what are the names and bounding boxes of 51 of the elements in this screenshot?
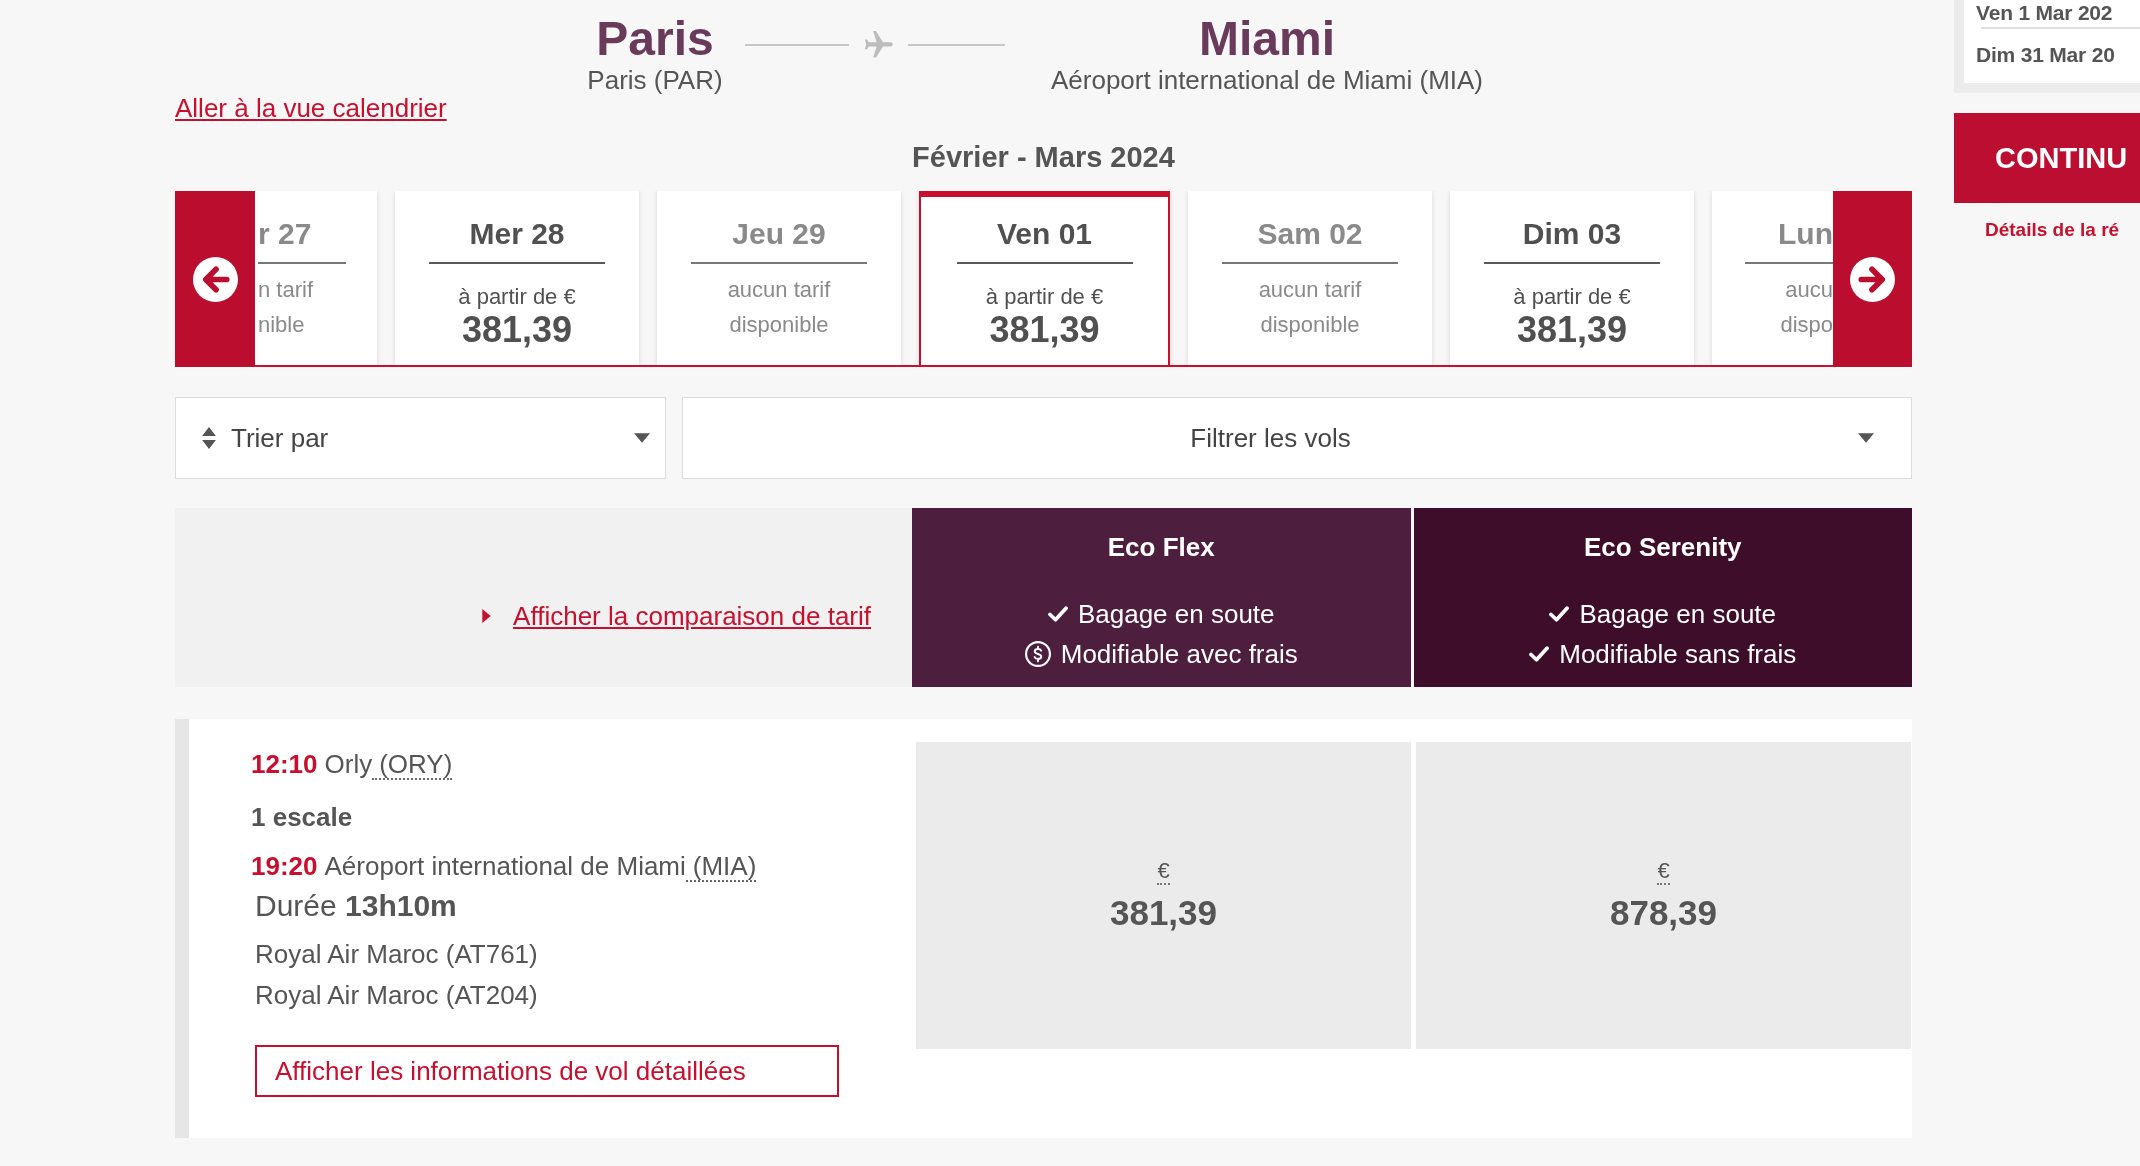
airport-name: Aéroport international de Miami (324, 850, 686, 883)
calendar-view-link[interactable]: Aller à la vue calendrier (175, 93, 447, 123)
fare-button[interactable]: € 381,39 (916, 742, 1411, 1049)
arrival-time: 19:20 (251, 850, 318, 883)
fare-button[interactable]: € 878,39 (1416, 742, 1911, 1049)
feature-text: Bagage en soute (1579, 598, 1777, 631)
filter-dropdown[interactable]: Filtrer les vols (682, 397, 1912, 479)
feature-text: Modifiable avec frais (1060, 638, 1298, 671)
origin-airport: Paris (PAR) (587, 65, 723, 95)
next-dates-button[interactable] (1833, 191, 1912, 367)
caret-down-icon (634, 433, 650, 443)
arrow-left-circle-icon (192, 256, 238, 302)
caret-right-icon (482, 609, 492, 623)
trip-date: Dim 31 Mar 20 (1976, 42, 2115, 68)
feature-text: Modifiable sans frais (1559, 638, 1797, 671)
arrow-right-circle-icon (1850, 256, 1895, 302)
month-range-heading: Février - Mars 2024 (912, 142, 1175, 172)
fare-comparison-link[interactable]: Afficher la comparaison de tarif (513, 596, 871, 636)
previous-dates-button[interactable] (175, 191, 255, 367)
airport-code: (ORY) (372, 750, 453, 780)
origin-city: Paris (596, 13, 714, 65)
dollar-coin-icon (1024, 641, 1051, 667)
booking-details-link[interactable]: Détails de la ré (1985, 215, 2120, 245)
fare-family-name: Eco Flex (1107, 531, 1215, 564)
checkmark-icon (1529, 646, 1550, 662)
airport-name: Orly (324, 748, 373, 781)
date-card[interactable]: Sam 02 aucun tarif disponible (1188, 191, 1432, 365)
airport-code: (MIA) (685, 852, 757, 882)
checkmark-icon (1047, 606, 1068, 622)
continue-button[interactable]: CONTINU (1954, 113, 2140, 203)
checkmark-icon (1549, 606, 1570, 622)
carrier-flight: Royal Air Maroc (AT761) (255, 938, 538, 971)
fare-family-name: Eco Serenity (1584, 531, 1742, 564)
destination-airport: Aéroport international de Miami (MIA) (1050, 65, 1484, 95)
date-card[interactable]: Mer 28 à partir de € 381,39 (395, 191, 639, 365)
date-card[interactable]: Jeu 29 aucun tarif disponible (657, 191, 901, 365)
date-card[interactable]: Ven 01 à partir de € 381,39 (919, 191, 1170, 365)
departure-time: 12:10 (251, 748, 318, 781)
destination-city: Miami (1199, 13, 1335, 65)
trip-date: Ven 1 Mar 202 (1976, 0, 2113, 26)
flight-details-button[interactable]: Afficher les informations de vol détaillées (255, 1045, 839, 1097)
caret-down-icon (1858, 433, 1874, 443)
sort-icon (202, 427, 216, 449)
date-card[interactable]: Lun aucu dispo (1712, 191, 1833, 365)
date-card[interactable]: r 27 n tarif nible (255, 191, 377, 365)
date-card[interactable]: Dim 03 à partir de € 381,39 (1450, 191, 1694, 365)
feature-text: Bagage en soute (1077, 598, 1275, 631)
sort-dropdown[interactable]: Trier par (175, 397, 666, 479)
carrier-flight: Royal Air Maroc (AT204) (255, 979, 538, 1012)
stops-count: 1 escale (251, 801, 353, 834)
flight-duration: Durée 13h10m (255, 888, 457, 924)
